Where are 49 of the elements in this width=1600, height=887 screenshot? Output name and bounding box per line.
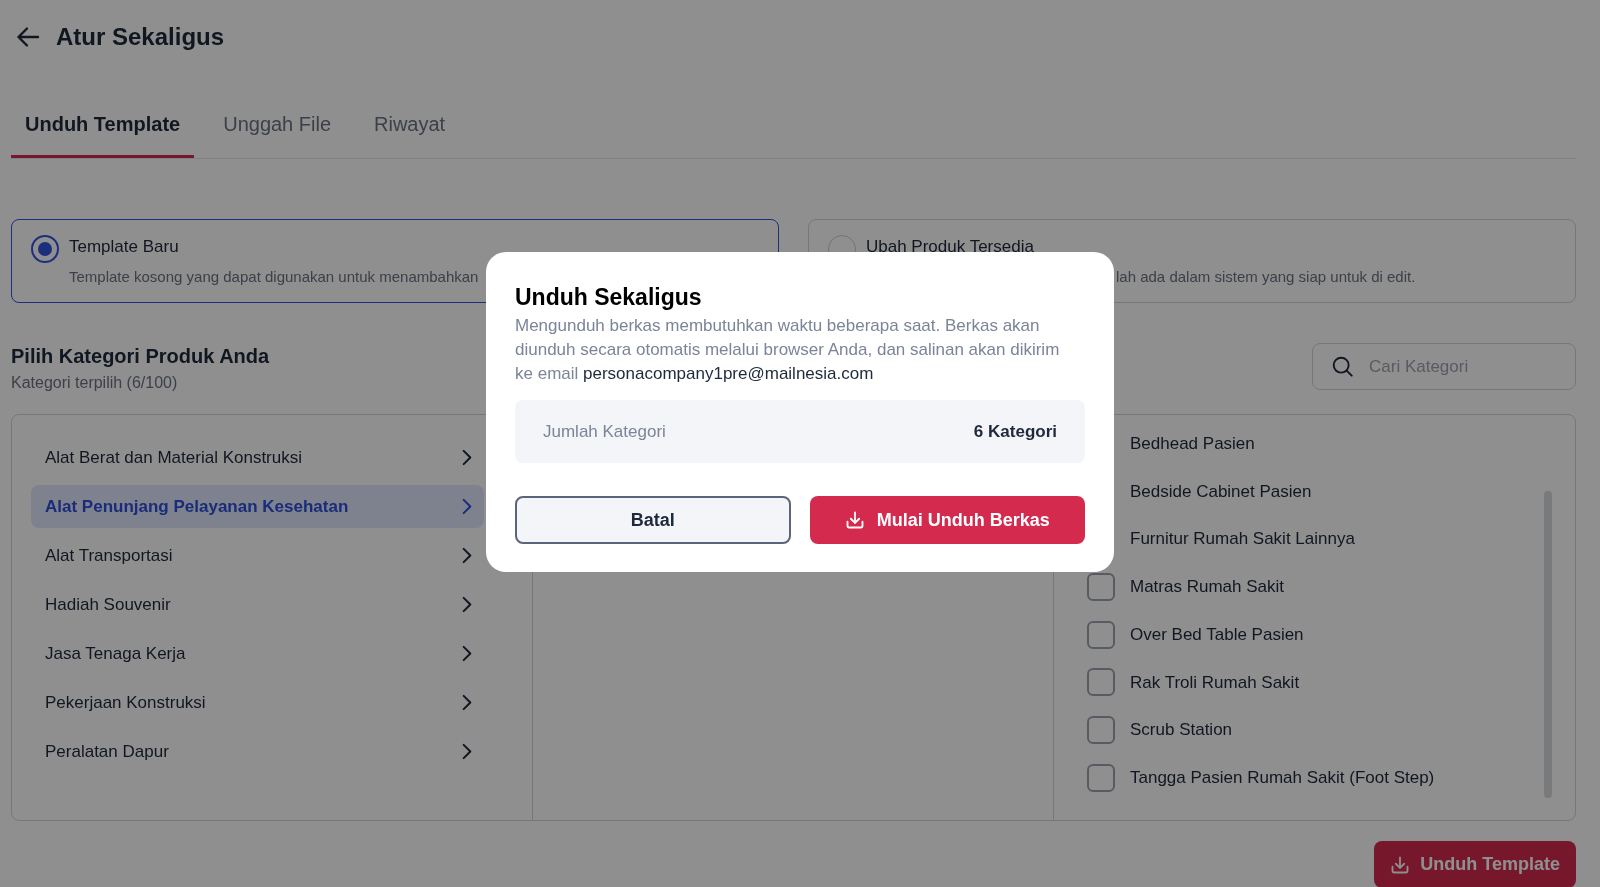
- chevron-right-icon: [462, 596, 472, 613]
- subcategory-label: Rak Troli Rumah Sakit: [1130, 671, 1300, 694]
- page-title: Atur Sekaligus: [56, 22, 225, 52]
- chevron-right-icon: [462, 743, 472, 760]
- section-title: Pilih Kategori Produk Anda: [11, 344, 270, 369]
- chevron-right-icon: [462, 498, 472, 515]
- tab[interactable]: Unduh Template: [11, 98, 195, 158]
- subcategory-label: Scrub Station: [1130, 719, 1233, 742]
- search-field[interactable]: Cari Kategori: [1312, 343, 1576, 390]
- category-item[interactable]: Alat Penunjang Pelayanan Kesehatan: [31, 485, 484, 528]
- back-arrow-icon[interactable]: [16, 25, 40, 49]
- category-item[interactable]: Pekerjaan Konstruksi: [31, 681, 484, 724]
- option-description: Template kosong yang dapat digunakan untuk menambahkan: [69, 267, 479, 287]
- download-icon: [844, 510, 865, 530]
- selected-count: Kategori terpilih (6/100): [11, 373, 179, 393]
- option-title: Ubah Produk Tersedia: [866, 236, 1034, 258]
- subcategory-label: Over Bed Table Pasien: [1130, 623, 1304, 646]
- chevron-right-icon: [462, 694, 472, 711]
- start-download-button[interactable]: Mulai Unduh Berkas: [809, 496, 1085, 544]
- checkbox[interactable]: [1087, 668, 1115, 697]
- dialog-description: Mengunduh berkas membutuhkan waktu beberapa saat. Berkas akan diunduh secara otomatis melalui browser Anda, dan salinan akan dikirim ke email personacompany1pre@mailnesia.com: [515, 315, 1061, 385]
- download-template-button[interactable]: Unduh Template: [1374, 841, 1576, 887]
- category-item[interactable]: Alat Berat dan Material Konstruksi: [31, 436, 484, 479]
- category-item[interactable]: Jasa Tenaga Kerja: [31, 632, 484, 675]
- download-icon: [1390, 854, 1411, 875]
- checkbox[interactable]: [1087, 572, 1115, 601]
- checkbox[interactable]: [1087, 763, 1115, 792]
- checkbox[interactable]: [1087, 715, 1115, 744]
- chevron-right-icon: [462, 645, 472, 662]
- category-item[interactable]: Alat Transportasi: [31, 534, 484, 577]
- subcategory-label: Matras Rumah Sakit: [1130, 576, 1284, 599]
- subcategory-label: Tangga Pasien Rumah Sakit (Foot Step): [1130, 766, 1435, 789]
- subcategory-label: Furnitur Rumah Sakit Lainnya: [1130, 528, 1355, 551]
- chevron-right-icon: [462, 449, 472, 466]
- category-item[interactable]: Hadiah Souvenir: [31, 583, 484, 626]
- chevron-right-icon: [462, 547, 472, 564]
- option-title: Template Baru: [69, 236, 179, 258]
- checkbox[interactable]: [1087, 620, 1115, 649]
- cancel-button[interactable]: Batal: [515, 496, 791, 544]
- tab[interactable]: Unggah File: [209, 98, 346, 158]
- summary-label: Jumlah Kategori: [543, 420, 666, 443]
- option-description: lah ada dalam sistem yang siap untuk di edit.: [1116, 267, 1416, 287]
- tab[interactable]: Riwayat: [360, 98, 460, 158]
- subcategory-label: Bedhead Pasien: [1130, 433, 1255, 456]
- summary-value: 6 Kategori: [973, 420, 1057, 443]
- subcategory-label: Bedside Cabinet Pasien: [1130, 480, 1312, 503]
- radio-button[interactable]: [31, 235, 59, 263]
- search-icon: [1332, 356, 1353, 377]
- category-item[interactable]: Peralatan Dapur: [31, 730, 484, 773]
